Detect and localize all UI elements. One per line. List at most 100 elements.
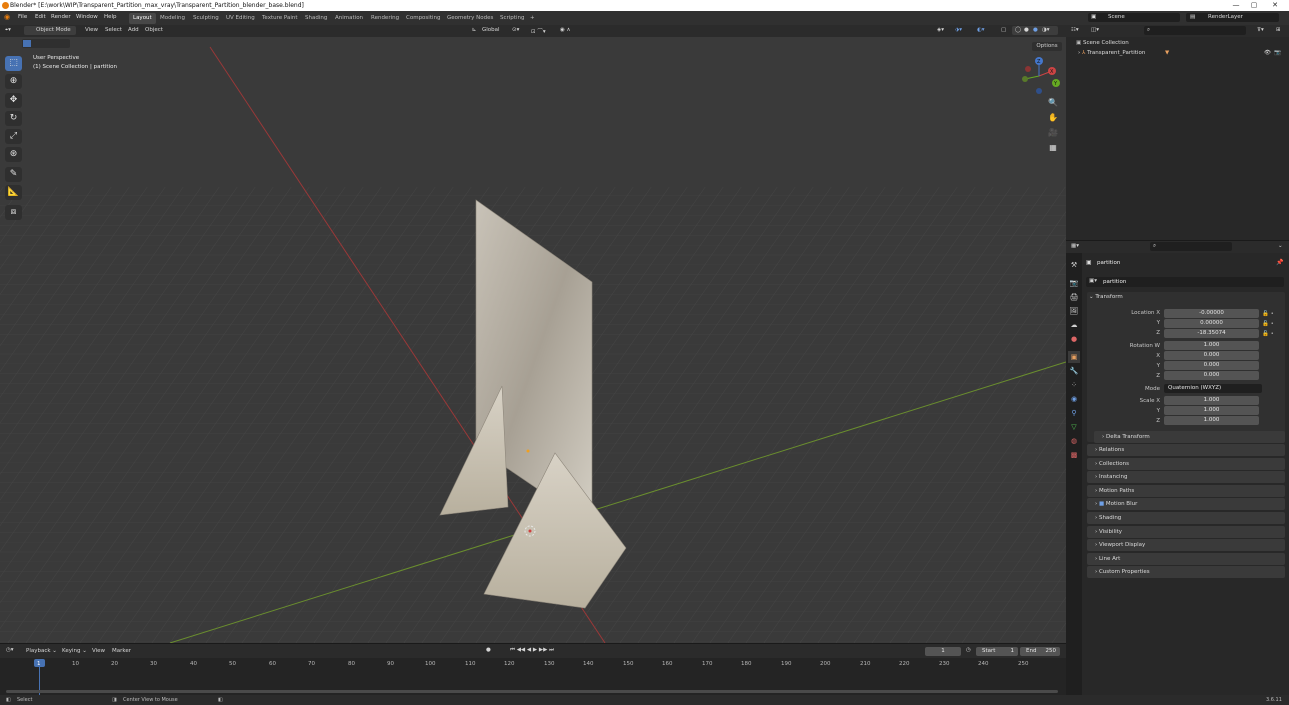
expand-arrow-icon[interactable]: › xyxy=(1078,50,1080,56)
3d-viewport[interactable]: User Perspective (1) Scene Collection | … xyxy=(0,37,1066,643)
playback-controls[interactable]: ⏮ ◀◀ ◀ ▶ ▶▶ ⏭ xyxy=(510,647,554,654)
blender-menu-icon[interactable]: ◉ xyxy=(4,13,10,21)
menu-timeline-view[interactable]: View xyxy=(92,648,105,654)
tab-layout[interactable]: Layout xyxy=(129,13,156,24)
particles-tab-icon[interactable]: ⁘ xyxy=(1068,379,1080,391)
instancing-section[interactable]: › Instancing xyxy=(1087,471,1285,483)
tab-compositing[interactable]: Compositing xyxy=(402,13,444,24)
menu-add[interactable]: Add xyxy=(128,27,139,33)
menu-window[interactable]: Window xyxy=(76,14,98,20)
move-tool[interactable]: ✥ xyxy=(5,93,22,108)
material-tab-icon[interactable]: ◍ xyxy=(1068,435,1080,447)
options-dropdown[interactable]: Options xyxy=(1032,42,1062,51)
transform-header[interactable]: ⌄ Transform xyxy=(1089,294,1123,300)
modifier-tab-icon[interactable]: 🔧 xyxy=(1068,365,1080,377)
object-tab-icon[interactable]: ▣ xyxy=(1068,351,1080,363)
add-workspace-button[interactable]: + xyxy=(526,13,539,24)
view-layer-tab-icon[interactable]: 🖼 xyxy=(1068,305,1080,317)
rendered-shading-icon[interactable]: ◑▾ xyxy=(1042,27,1050,33)
pin-icon[interactable]: 📌 xyxy=(1276,259,1283,266)
cursor-tool[interactable]: ⊕ xyxy=(5,74,22,89)
tab-animation[interactable]: Animation xyxy=(331,13,367,24)
location-y-field[interactable]: 0.00000 xyxy=(1164,319,1259,328)
collections-section[interactable]: › Collections xyxy=(1087,458,1285,470)
rotation-x-field[interactable]: 0.000 xyxy=(1164,351,1259,360)
scale-y-field[interactable]: 1.000 xyxy=(1164,406,1259,415)
display-mode-icon[interactable]: ◫▾ xyxy=(1091,27,1099,33)
annotate-tool[interactable]: ✎ xyxy=(5,167,22,182)
outliner-editor-icon[interactable]: ☷▾ xyxy=(1071,27,1079,33)
outliner-search-input[interactable] xyxy=(1144,26,1246,35)
data-tab-icon[interactable]: ▽ xyxy=(1068,421,1080,433)
menu-select[interactable]: Select xyxy=(105,27,122,33)
viewport-display-section[interactable]: › Viewport Display xyxy=(1087,539,1285,551)
properties-search-input[interactable] xyxy=(1150,242,1232,251)
tool-tab-icon[interactable]: ⚒ xyxy=(1068,259,1080,271)
menu-object[interactable]: Object xyxy=(145,27,163,33)
snap-icon[interactable]: ⊡ ⌒▾ xyxy=(531,27,546,35)
properties-options-icon[interactable]: ⌄ xyxy=(1278,243,1283,249)
scale-tool[interactable]: ⤢ xyxy=(5,129,22,144)
menu-keying[interactable]: Keying ⌄ xyxy=(62,648,87,654)
close-button[interactable]: ✕ xyxy=(1264,0,1286,11)
tab-uv-editing[interactable]: UV Editing xyxy=(222,13,259,24)
outliner-scene-collection[interactable]: ▣ Scene Collection xyxy=(1076,40,1129,46)
output-tab-icon[interactable]: 🖨 xyxy=(1068,291,1080,303)
navigation-gizmo[interactable]: X Y Z xyxy=(1015,55,1063,97)
custom-properties-section[interactable]: › Custom Properties xyxy=(1087,566,1285,578)
selection-mode-group[interactable] xyxy=(22,39,70,48)
menu-view[interactable]: View xyxy=(85,27,98,33)
rotation-w-field[interactable]: 1.000 xyxy=(1164,341,1259,350)
location-z-field[interactable]: -18.35074 xyxy=(1164,329,1259,338)
rotation-z-field[interactable]: 0.000 xyxy=(1164,371,1259,380)
visibility-section[interactable]: › Visibility xyxy=(1087,526,1285,538)
timeline-scrollbar[interactable] xyxy=(6,690,1058,693)
tab-scripting[interactable]: Scripting xyxy=(496,13,528,24)
pivot-icon[interactable]: ⊙▾ xyxy=(512,27,519,33)
world-tab-icon[interactable]: ● xyxy=(1068,333,1080,345)
material-shading-icon[interactable]: ● xyxy=(1033,27,1038,33)
wireframe-shading-icon[interactable]: ◯ xyxy=(1015,27,1021,33)
gizmo-toggle-icon[interactable]: ⬗▾ xyxy=(955,27,962,33)
overlay-toggle-icon[interactable]: ◐▾ xyxy=(977,27,985,33)
lock-icon[interactable]: 🔓 • xyxy=(1262,309,1282,319)
editor-type-icon[interactable]: ⌖▾ xyxy=(5,27,11,34)
delta-transform-section[interactable]: › Delta Transform xyxy=(1094,431,1285,443)
rotation-mode-dropdown[interactable]: Quaternion (WXYZ) xyxy=(1164,384,1262,393)
line-art-section[interactable]: › Line Art xyxy=(1087,553,1285,565)
object-name-field[interactable]: ▣▾ partition xyxy=(1086,277,1284,287)
preview-range-icon[interactable]: ◷ xyxy=(966,647,971,653)
texture-tab-icon[interactable]: ▩ xyxy=(1068,449,1080,461)
rotation-y-field[interactable]: 0.000 xyxy=(1164,361,1259,370)
visibility-eye-icon[interactable]: 👁 xyxy=(1264,50,1271,56)
tab-rendering[interactable]: Rendering xyxy=(367,13,403,24)
measure-tool[interactable]: 📐 xyxy=(5,185,22,200)
transform-tool[interactable]: ⊛ xyxy=(5,147,22,162)
tab-geometry-nodes[interactable]: Geometry Nodes xyxy=(443,13,497,24)
tab-sculpting[interactable]: Sculpting xyxy=(189,13,223,24)
scene-tab-icon[interactable]: ☁ xyxy=(1068,319,1080,331)
new-collection-icon[interactable]: ⊞ xyxy=(1276,27,1281,33)
pan-icon[interactable]: ✋ xyxy=(1047,112,1059,124)
constraints-tab-icon[interactable]: ⚲ xyxy=(1068,407,1080,419)
tab-shading[interactable]: Shading xyxy=(301,13,331,24)
relations-section[interactable]: › Relations xyxy=(1087,444,1285,456)
menu-render[interactable]: Render xyxy=(51,14,71,20)
motion-blur-section[interactable]: › ■ Motion Blur xyxy=(1087,498,1285,510)
start-frame-field[interactable]: Start 1 xyxy=(976,647,1018,656)
render-camera-icon[interactable]: 📷 xyxy=(1274,50,1281,56)
render-tab-icon[interactable]: 📷 xyxy=(1068,277,1080,289)
tab-modeling[interactable]: Modeling xyxy=(156,13,189,24)
motion-blur-checkbox[interactable]: ■ xyxy=(1099,501,1104,507)
visibility-icon[interactable]: ◈▾ xyxy=(937,27,944,33)
physics-tab-icon[interactable]: ◉ xyxy=(1068,393,1080,405)
menu-help[interactable]: Help xyxy=(104,14,117,20)
add-cube-tool[interactable]: ⧈ xyxy=(5,205,22,220)
maximize-button[interactable]: ▢ xyxy=(1243,0,1265,11)
auto-keying-icon[interactable]: ● xyxy=(486,647,491,653)
scale-z-field[interactable]: 1.000 xyxy=(1164,416,1259,425)
xray-icon[interactable]: ▢ xyxy=(1001,27,1006,33)
timeline-editor-icon[interactable]: ◷▾ xyxy=(6,647,14,653)
solid-shading-icon[interactable]: ● xyxy=(1024,27,1029,33)
proportional-edit-icon[interactable]: ◉ ∧ xyxy=(560,27,571,33)
